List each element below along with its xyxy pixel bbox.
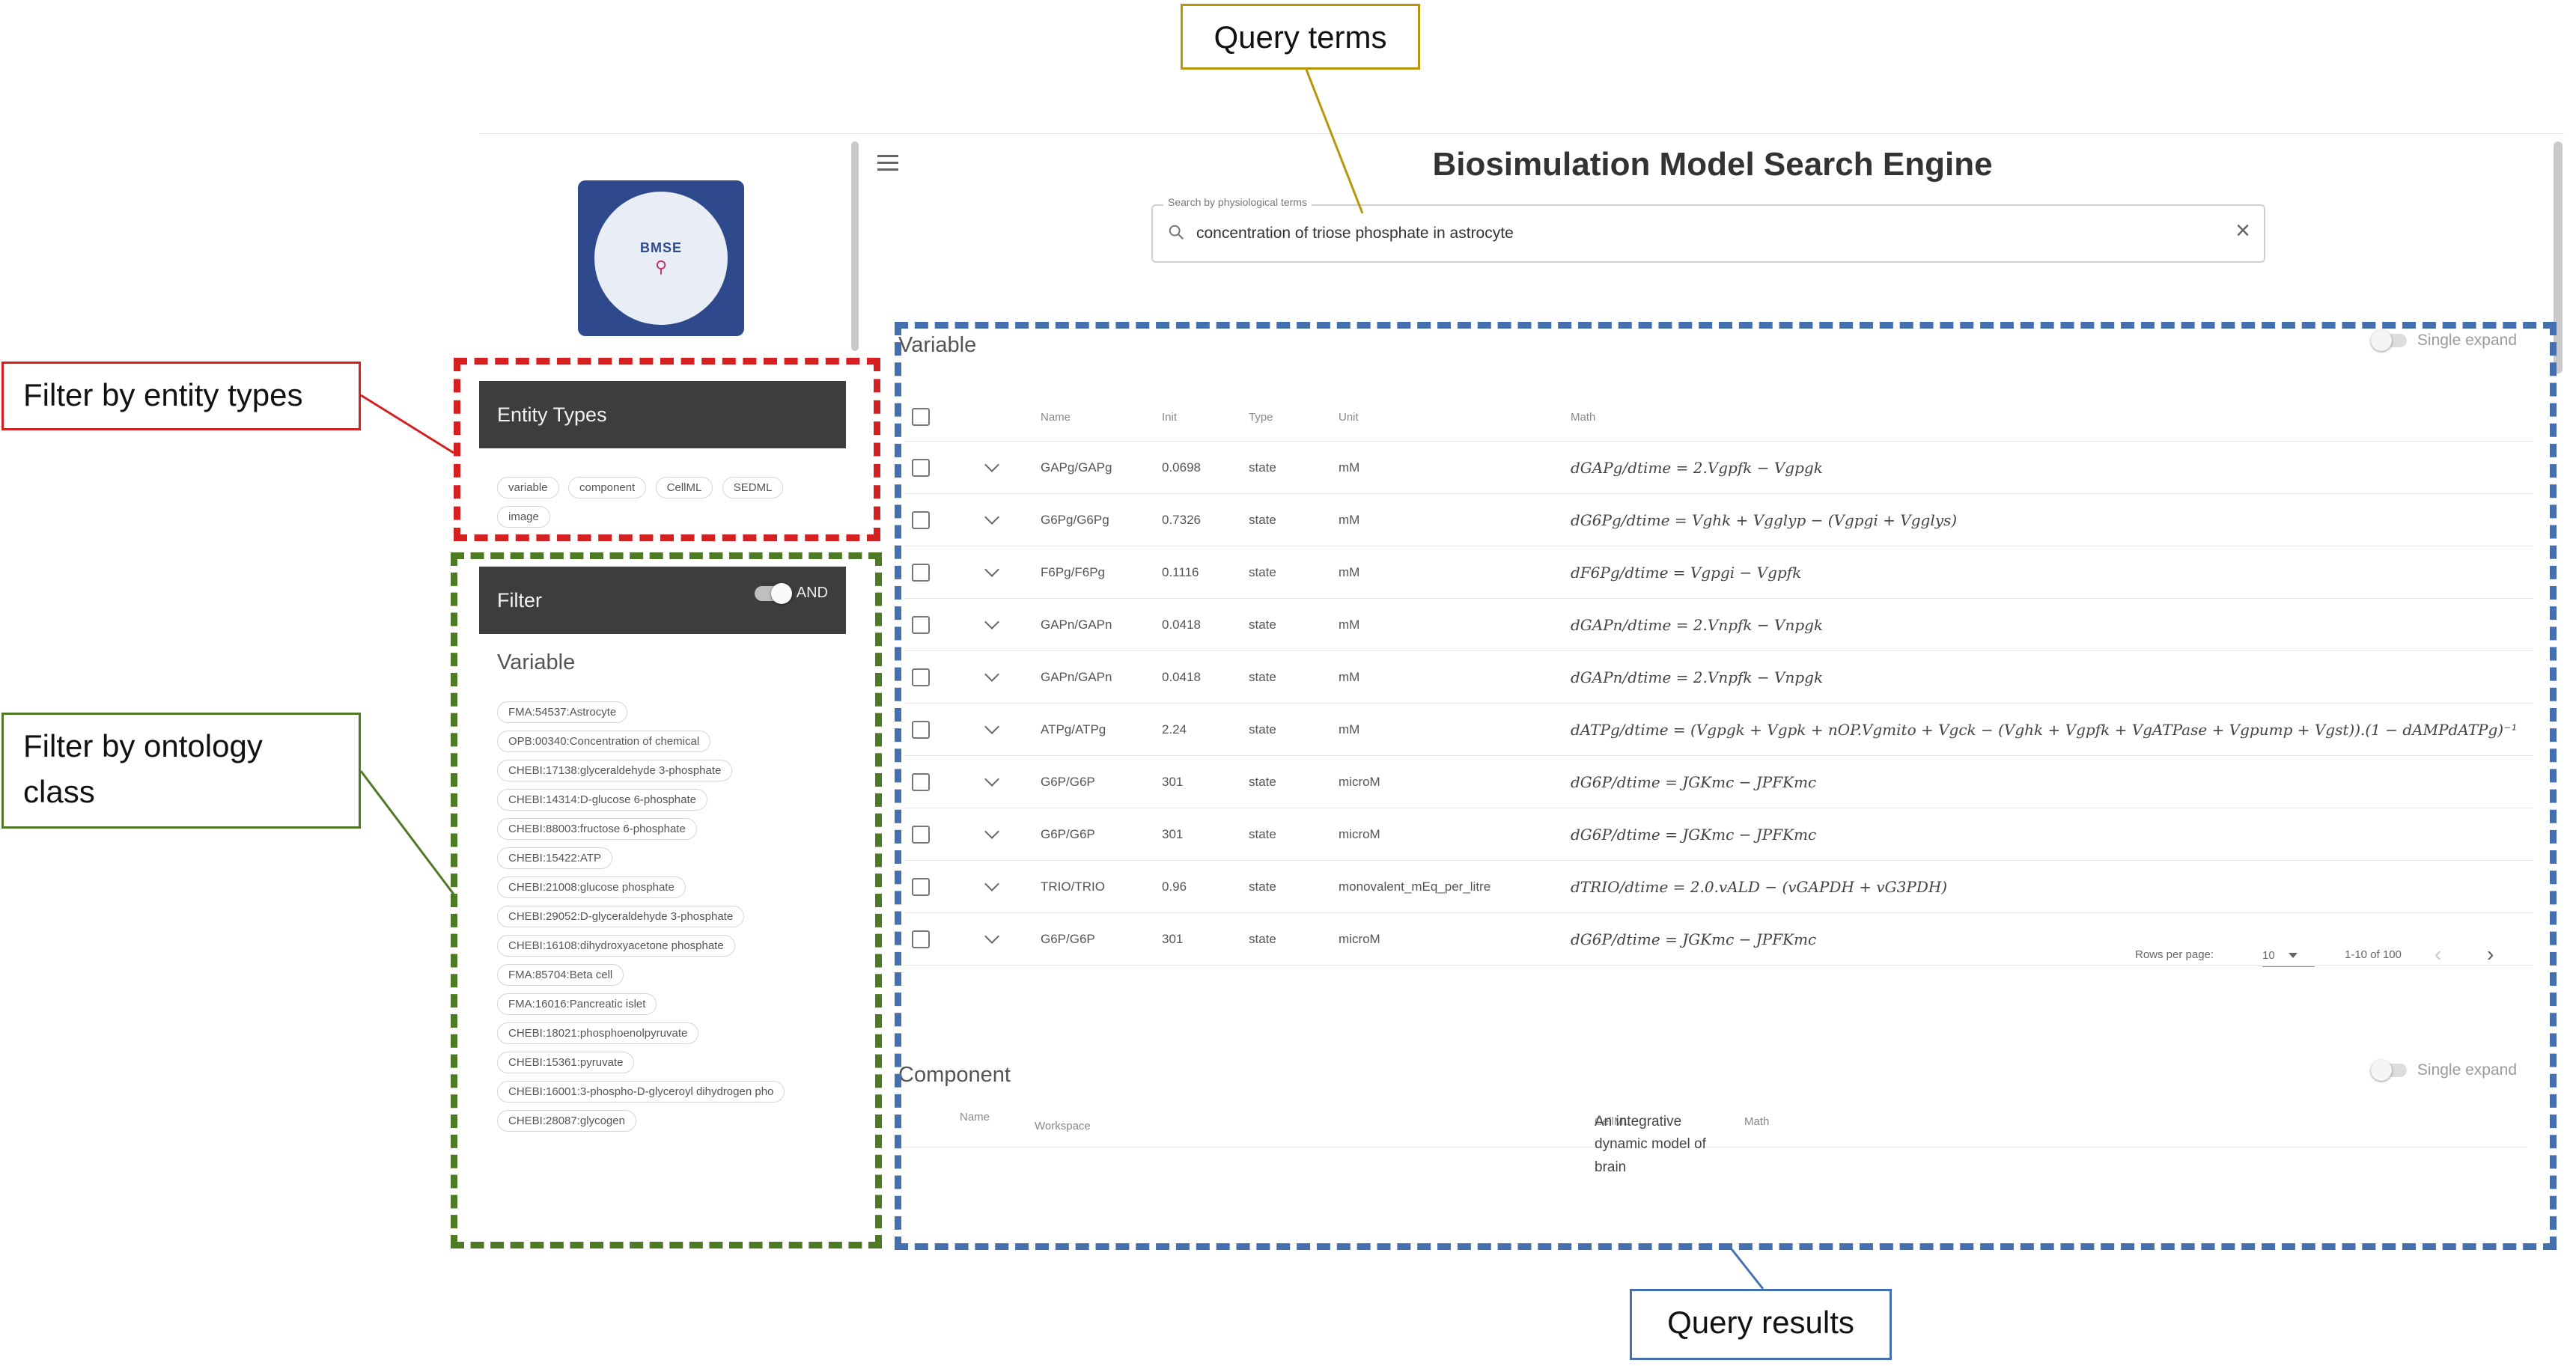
search-input[interactable] xyxy=(1195,219,2193,248)
entity-types-highlight xyxy=(454,358,880,541)
callout-filter-entity-types: Filter by entity types xyxy=(1,362,361,430)
logo-circle: BMSE ⚲ xyxy=(594,192,728,325)
callout-query-terms: Query terms xyxy=(1181,4,1420,70)
logo-text: BMSE xyxy=(639,240,682,255)
callout-filter-ontology-class: Filter by ontology class xyxy=(1,713,361,829)
page-title: Biosimulation Model Search Engine xyxy=(1432,146,1993,183)
search-icon xyxy=(1169,225,1184,240)
ontology-filter-highlight xyxy=(451,552,882,1248)
query-results-highlight xyxy=(895,322,2557,1250)
bmse-logo: BMSE ⚲ xyxy=(578,180,744,336)
search-label: Search by physiological terms xyxy=(1163,196,1312,208)
close-icon[interactable]: × xyxy=(2235,218,2250,243)
search-box[interactable]: Search by physiological terms × xyxy=(1151,196,2265,263)
callout-query-results: Query results xyxy=(1630,1289,1892,1360)
logo-magnifier-icon: ⚲ xyxy=(654,257,668,276)
sidebar-scrollbar[interactable] xyxy=(851,141,859,351)
